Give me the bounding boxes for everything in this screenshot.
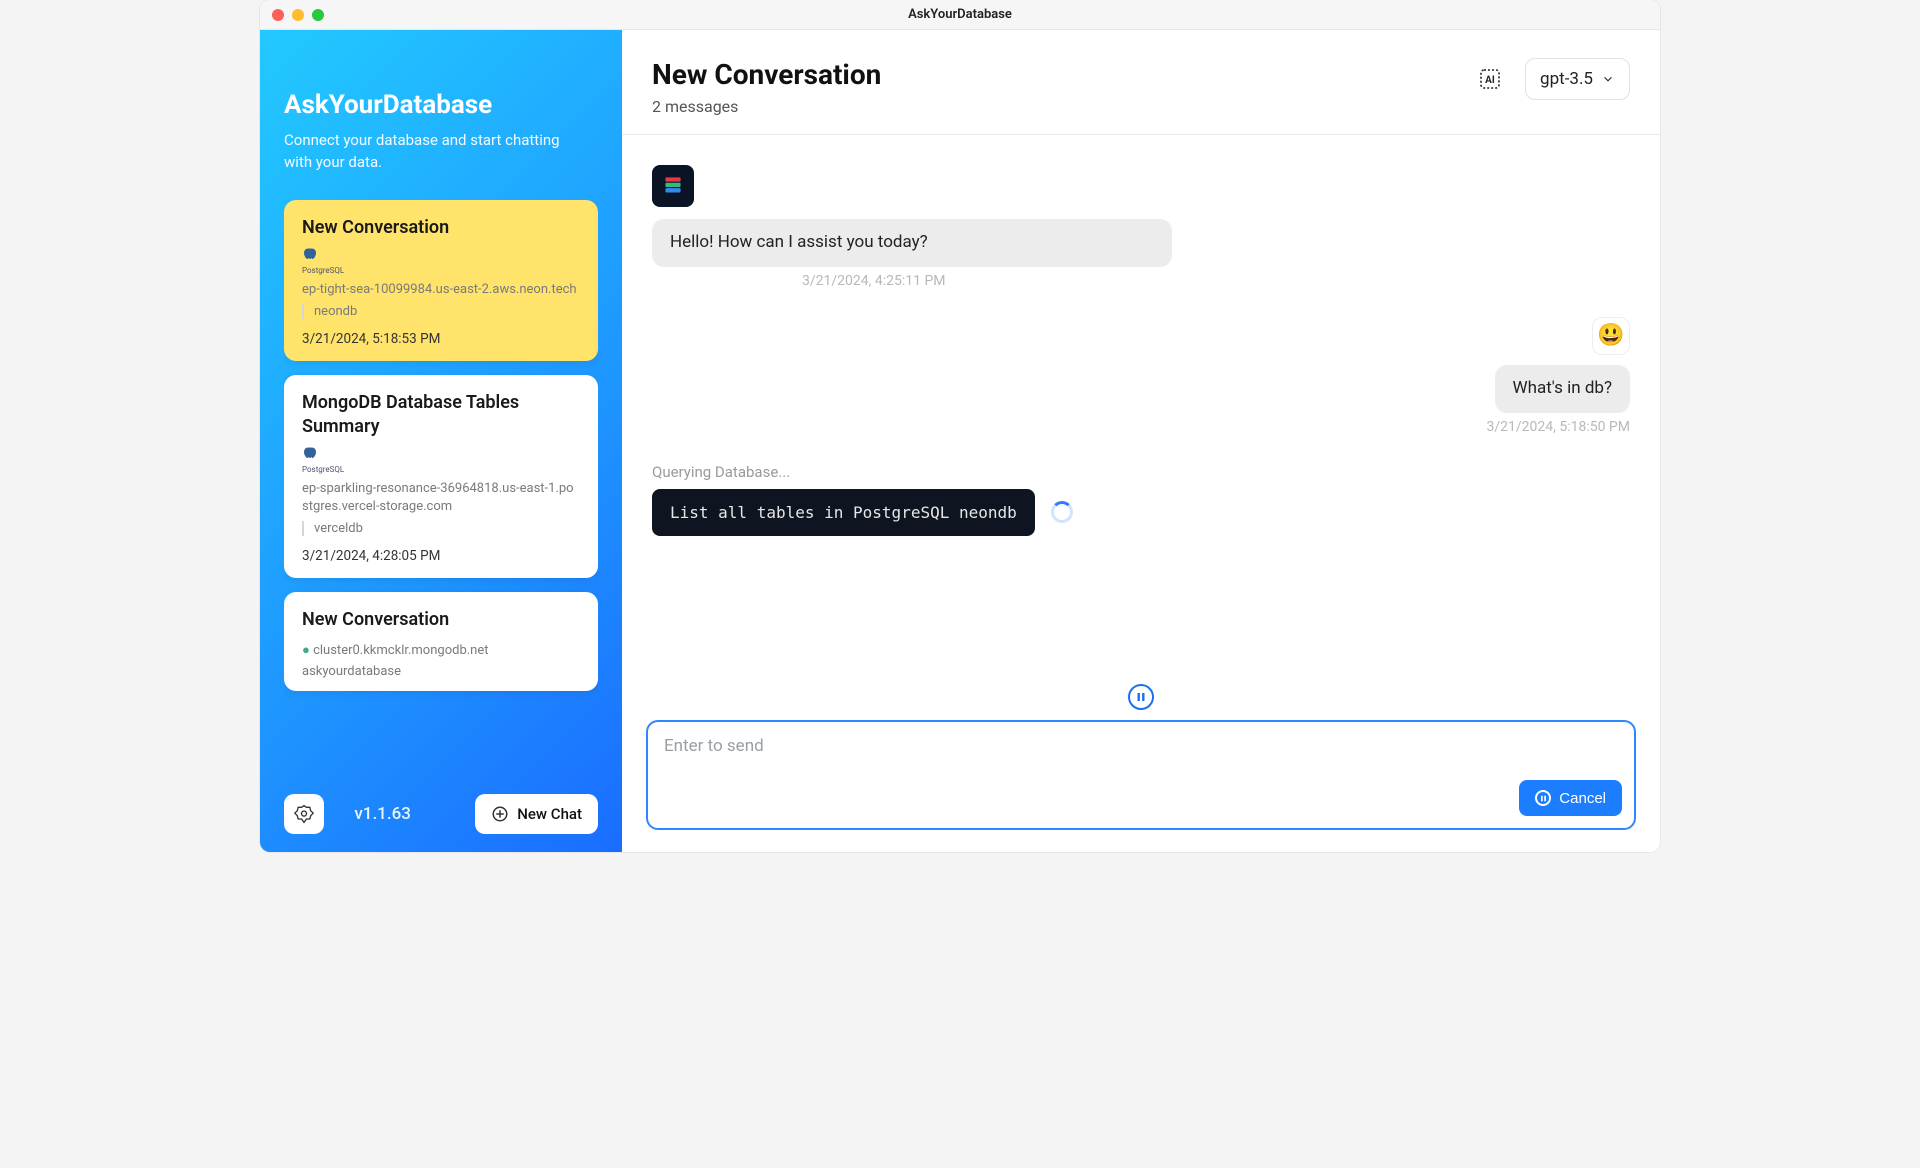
mongodb-icon: ●: [302, 643, 310, 658]
maximize-window-button[interactable]: [312, 9, 324, 21]
chat-message-count: 2 messages: [652, 97, 881, 116]
conversation-card[interactable]: New Conversation ● cluster0.kkmcklr.mong…: [284, 592, 598, 690]
message-input[interactable]: [664, 736, 1618, 806]
db-host: ep-tight-sea-10099984.us-east-2.aws.neon…: [302, 281, 580, 299]
conversation-timestamp: 3/21/2024, 5:18:53 PM: [302, 331, 580, 347]
message-composer: Cancel: [646, 720, 1636, 830]
query-code: List all tables in PostgreSQL neondb: [652, 489, 1035, 536]
message-bubble: Hello! How can I assist you today?: [652, 219, 1172, 267]
conversation-card[interactable]: New Conversation PostgreSQL ep-tight-sea…: [284, 200, 598, 362]
message-bubble: What's in db?: [1495, 365, 1630, 413]
ai-chip-icon: AI: [1473, 62, 1507, 96]
loading-spinner-icon: [1051, 501, 1073, 523]
sidebar: AskYourDatabase Connect your database an…: [260, 30, 622, 852]
titlebar: AskYourDatabase: [260, 0, 1660, 30]
db-engine-label: PostgreSQL: [302, 266, 580, 275]
sidebar-footer: v1.1.63 New Chat: [284, 778, 598, 834]
window-controls: [272, 9, 324, 21]
message-timestamp: 3/21/2024, 5:18:50 PM: [1486, 419, 1630, 435]
conversation-title: New Conversation: [302, 216, 580, 239]
message-bot: Hello! How can I assist you today? 3/21/…: [652, 165, 1630, 289]
pause-icon: [1535, 790, 1551, 806]
cancel-label: Cancel: [1559, 790, 1606, 807]
message-timestamp: 3/21/2024, 4:25:11 PM: [802, 273, 946, 289]
chat-header: New Conversation 2 messages AI gpt-3.5: [622, 30, 1660, 135]
app-brand: AskYourDatabase: [284, 90, 598, 120]
close-window-button[interactable]: [272, 9, 284, 21]
db-name: verceldb: [302, 521, 580, 536]
new-chat-label: New Chat: [517, 805, 582, 823]
db-name: askyourdatabase: [302, 663, 580, 681]
window-title: AskYourDatabase: [260, 7, 1660, 22]
pause-row: [622, 678, 1660, 720]
database-stack-icon: [660, 173, 686, 199]
version-label: v1.1.63: [354, 804, 411, 824]
user-avatar: 😃: [1592, 317, 1630, 355]
db-name: neondb: [302, 304, 580, 319]
conversation-timestamp: 3/21/2024, 4:28:05 PM: [302, 548, 580, 564]
postgresql-icon: [302, 446, 318, 462]
smile-emoji-icon: 😃: [1597, 323, 1624, 348]
settings-button[interactable]: [284, 794, 324, 834]
svg-text:AI: AI: [1485, 75, 1495, 86]
conversation-list: New Conversation PostgreSQL ep-tight-sea…: [284, 200, 598, 779]
chevron-down-icon: [1601, 72, 1615, 86]
model-label: gpt-3.5: [1540, 69, 1593, 89]
query-status-label: Querying Database...: [652, 463, 1630, 481]
pause-icon: [1136, 692, 1146, 702]
conversation-card[interactable]: MongoDB Database Tables Summary PostgreS…: [284, 375, 598, 578]
gear-icon: [294, 804, 314, 824]
plus-circle-icon: [491, 805, 509, 823]
model-selector[interactable]: gpt-3.5: [1525, 58, 1630, 100]
db-host: cluster0.kkmcklr.mongodb.net: [313, 643, 488, 658]
postgresql-icon: [302, 247, 318, 263]
bot-avatar: [652, 165, 694, 207]
minimize-window-button[interactable]: [292, 9, 304, 21]
composer-area: Cancel: [622, 720, 1660, 852]
chat-title: New Conversation: [652, 58, 881, 91]
db-engine-label: PostgreSQL: [302, 465, 580, 474]
query-progress-block: Querying Database... List all tables in …: [652, 463, 1630, 536]
db-host: ep-sparkling-resonance-36964818.us-east-…: [302, 480, 580, 515]
cancel-button[interactable]: Cancel: [1519, 780, 1622, 816]
conversation-title: New Conversation: [302, 608, 580, 631]
conversation-title: MongoDB Database Tables Summary: [302, 391, 580, 438]
ai-mode-button[interactable]: AI: [1469, 58, 1511, 100]
chat-panel: New Conversation 2 messages AI gpt-3.5: [622, 30, 1660, 852]
app-window: AskYourDatabase AskYourDatabase Connect …: [260, 0, 1660, 852]
message-user: 😃 What's in db? 3/21/2024, 5:18:50 PM: [652, 317, 1630, 435]
pause-generation-button[interactable]: [1128, 684, 1154, 710]
app-tagline: Connect your database and start chatting…: [284, 130, 584, 174]
chat-scroll-area[interactable]: Hello! How can I assist you today? 3/21/…: [622, 135, 1660, 678]
new-chat-button[interactable]: New Chat: [475, 794, 598, 834]
